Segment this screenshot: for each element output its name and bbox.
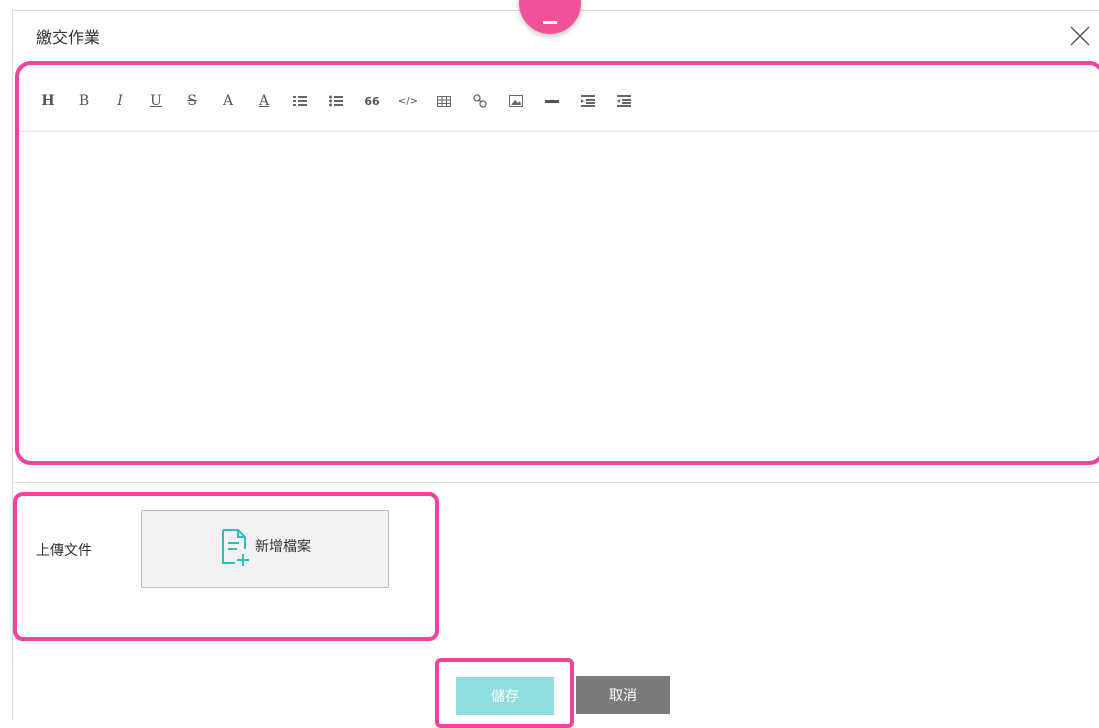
editor-highlight <box>15 61 1099 465</box>
save-highlight <box>435 658 574 728</box>
cancel-button[interactable]: 取消 <box>576 676 670 714</box>
upload-highlight <box>13 492 439 641</box>
close-icon[interactable] <box>1068 24 1092 48</box>
dialog-title: 繳交作業 <box>36 28 101 47</box>
section-divider <box>14 482 1099 483</box>
